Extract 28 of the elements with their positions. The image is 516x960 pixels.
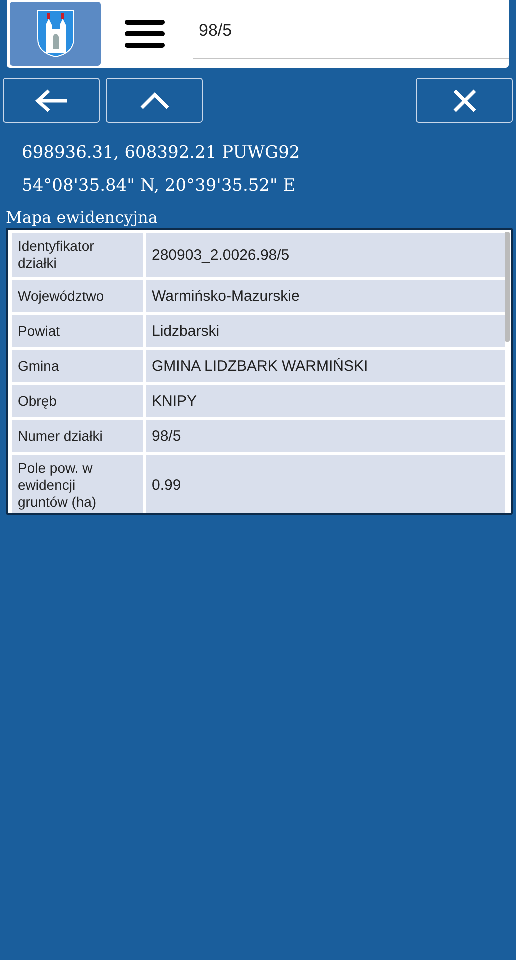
coat-of-arms-icon (34, 9, 76, 59)
table-cell: Województwo (12, 280, 143, 312)
table-cell: KNIPY (146, 385, 505, 417)
coordinates-text: 698936.31, 608392.21 PUWG92 (22, 142, 302, 165)
close-icon (452, 88, 476, 112)
table-cell: Warmińsko-Mazurskie (146, 280, 505, 312)
logo-button[interactable] (10, 2, 101, 66)
up-button[interactable] (106, 78, 203, 123)
back-arrow-icon (34, 88, 68, 112)
table-cell: 98/5 (146, 420, 505, 452)
table-cell: Identyfikator działki (12, 233, 143, 277)
chevron-up-icon (140, 92, 170, 110)
table-cell: Gmina (12, 350, 143, 382)
close-button[interactable] (416, 78, 513, 123)
scrollbar[interactable] (505, 232, 510, 342)
table-cell: Obręb (12, 385, 143, 417)
table-cell: Pole pow. w ewidencji gruntów (ha) (12, 455, 143, 513)
table-cell: Powiat (12, 315, 143, 347)
section-title: Mapa ewidencyjna (6, 208, 159, 228)
table-cell: Numer działki (12, 420, 143, 452)
back-button[interactable] (3, 78, 100, 123)
table-cell: 0.99 (146, 455, 505, 513)
table-cell: 280903_2.0026.98/5 (146, 233, 505, 277)
table-cell: Lidzbarski (146, 315, 505, 347)
coordinates-text: 54°08'35.84" N, 20°39'35.52" E (22, 175, 297, 198)
table-cell: GMINA LIDZBARK WARMIŃSKI (146, 350, 505, 382)
menu-icon[interactable] (125, 19, 165, 49)
search-field[interactable]: 98/5 (193, 9, 509, 59)
